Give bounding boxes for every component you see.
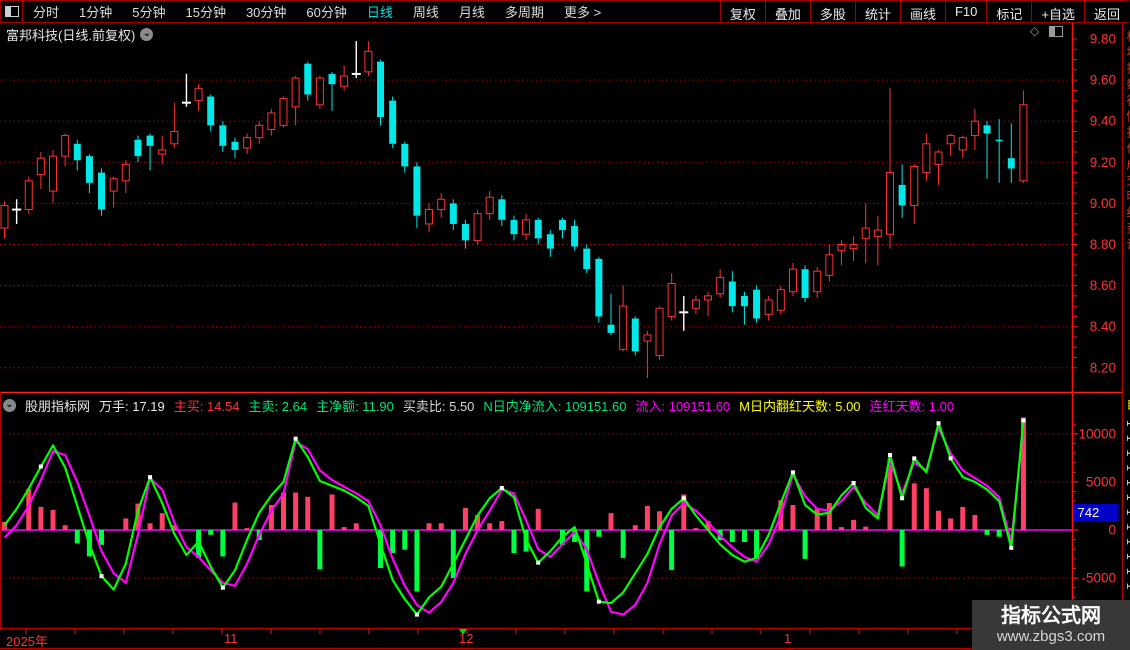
indicator-field: 万手: 17.19 [99, 399, 165, 414]
indicator-field: 流入: 109151.60 [635, 399, 731, 414]
period-tab-6[interactable]: 60分钟 [296, 2, 356, 21]
indicator-field: 主卖: 2.64 [248, 399, 308, 414]
svg-text:9.80: 9.80 [1090, 32, 1116, 47]
clipped-side-text: 板块指数行情报价成交明细资讯 [1125, 30, 1130, 254]
toolbar-button-3[interactable]: 多股 [809, 1, 855, 22]
collapse-indicator-icon[interactable]: ⌄ [3, 399, 16, 412]
period-tab-4[interactable]: 15分钟 [175, 2, 235, 21]
clipped-side-text: 自 [1125, 398, 1130, 414]
toolbar-button-6[interactable]: F10 [944, 1, 986, 22]
svg-text:10000: 10000 [1078, 426, 1116, 441]
indicator-site-label: 股朋指标网 [25, 399, 91, 414]
svg-text:5000: 5000 [1086, 474, 1116, 489]
svg-text:9.40: 9.40 [1090, 114, 1116, 129]
watermark-url: www.zbgs3.com [996, 627, 1106, 645]
period-tab-1[interactable]: 分时 [23, 2, 69, 21]
toolbar-button-4[interactable]: 统计 [854, 1, 900, 22]
period-tab-9[interactable]: 月线 [449, 2, 495, 21]
window-layout-icon[interactable] [1, 1, 23, 22]
svg-text:8.20: 8.20 [1090, 360, 1116, 375]
chevron-down-icon[interactable]: ⌄ [140, 28, 154, 41]
latest-value-tag: 742 [1078, 505, 1100, 520]
diamond-icon[interactable]: ◇ [1030, 24, 1039, 38]
app-window: 9.80 9.60 9.40 9.20 9.00 8.80 8.60 8.40 8.20 1000… [0, 0, 1130, 650]
period-tab-7[interactable]: 日线 [357, 2, 403, 21]
period-tab-8[interactable]: 周线 [403, 2, 449, 21]
toolbar-right-buttons: 复权 叠加 多股 统计 画线 F10 标记 +自选 返回 [719, 1, 1129, 22]
indicator-field: N日内净流入: 109151.60 [483, 399, 627, 414]
year-label: 2025年 [6, 634, 48, 649]
indicator-field: M日内翻红天数: 5.00 [739, 399, 861, 414]
split-window-icon[interactable] [1049, 25, 1064, 37]
svg-text:8.60: 8.60 [1090, 278, 1116, 293]
indicator-header: ⌄ 股朋指标网 万手: 17.19 主买: 14.54 主卖: 2.64 主净额: 1… [3, 396, 954, 415]
date-label: 1 [784, 631, 792, 646]
top-toolbar: 分时 1分钟 5分钟 15分钟 30分钟 60分钟 日线 周线 月线 多周期 更多 > 复权 叠加 多股… [0, 0, 1129, 23]
chart-canvas[interactable]: 9.80 9.60 9.40 9.20 9.00 8.80 8.60 8.40 8.20 1000… [0, 0, 1130, 650]
indicator-field: 买卖比: 5.50 [402, 399, 475, 414]
watermark: 指标公式网 www.zbgs3.com [972, 600, 1130, 650]
period-tab-3[interactable]: 5分钟 [122, 2, 175, 21]
right-edge-strip: 板块指数行情报价成交明细资讯 自 111111111111 [1124, 0, 1130, 650]
indicator-field: 主买: 14.54 [173, 399, 240, 414]
svg-text:8.80: 8.80 [1090, 237, 1116, 252]
date-label: 12 [459, 631, 474, 646]
period-tab-2[interactable]: 1分钟 [69, 2, 122, 21]
toolbar-button-8[interactable]: +自选 [1031, 1, 1084, 22]
date-label: 11 [224, 631, 238, 646]
stock-title: 富邦科技(日线.前复权) [6, 28, 136, 43]
svg-text:-5000: -5000 [1081, 571, 1116, 586]
period-tab-11[interactable]: 更多 > [554, 2, 611, 21]
toolbar-button-9[interactable]: 返回 [1083, 1, 1129, 22]
period-tab-10[interactable]: 多周期 [495, 2, 554, 21]
watermark-title: 指标公式网 [1001, 604, 1101, 627]
period-tab-5[interactable]: 30分钟 [236, 2, 296, 21]
svg-text:9.60: 9.60 [1090, 73, 1116, 88]
period-tabs: 分时 1分钟 5分钟 15分钟 30分钟 60分钟 日线 周线 月线 多周期 更多 > [23, 2, 611, 21]
svg-text:9.20: 9.20 [1090, 155, 1116, 170]
toolbar-button-2[interactable]: 叠加 [764, 1, 810, 22]
toolbar-button-5[interactable]: 画线 [899, 1, 945, 22]
split-screen-icon [4, 6, 19, 17]
clipped-side-numbers: 111111111111 [1124, 420, 1130, 599]
svg-text:9.00: 9.00 [1090, 196, 1116, 211]
indicator-field: 主净额: 11.90 [316, 399, 394, 414]
toolbar-button-1[interactable]: 复权 [719, 1, 765, 22]
toolbar-button-7[interactable]: 标记 [986, 1, 1031, 22]
svg-text:0: 0 [1108, 523, 1116, 538]
svg-text:8.40: 8.40 [1090, 319, 1116, 334]
indicator-field: 连红天数: 1.00 [869, 399, 955, 414]
